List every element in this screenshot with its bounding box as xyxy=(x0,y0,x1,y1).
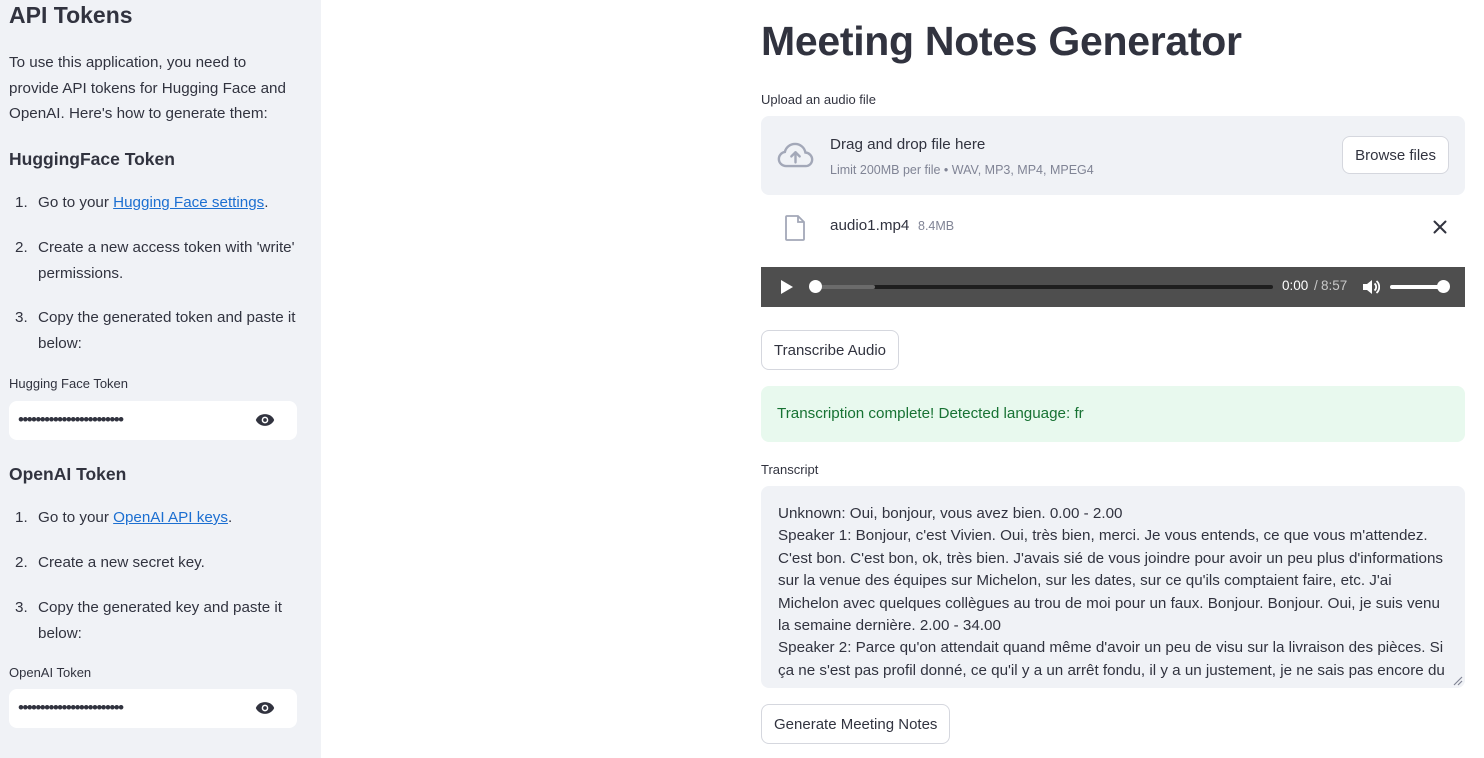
openai-keys-link[interactable]: OpenAI API keys xyxy=(113,509,228,526)
hf-token-label: Hugging Face Token xyxy=(9,376,129,391)
sidebar-title: API Tokens xyxy=(9,2,133,28)
play-icon[interactable] xyxy=(780,279,794,295)
sidebar-intro: To use this application, you need to pro… xyxy=(9,54,286,122)
audio-player: 0:00 / 8:57 xyxy=(761,267,1465,307)
dropzone-limit: Limit 200MB per file • WAV, MP3, MP4, MP… xyxy=(830,163,1094,177)
resize-handle-icon[interactable] xyxy=(1451,674,1463,686)
seek-thumb[interactable] xyxy=(809,280,822,293)
generate-meeting-notes-button[interactable]: Generate Meeting Notes xyxy=(761,704,951,744)
volume-slider[interactable] xyxy=(1390,285,1444,289)
step-number: 3. xyxy=(15,309,28,326)
step-text-end: . xyxy=(264,194,269,211)
current-time: 0:00 xyxy=(1282,278,1309,293)
transcript-text: Unknown: Oui, bonjour, vous avez bien. 0… xyxy=(778,505,1445,679)
step-number: 2. xyxy=(15,239,28,256)
buffered-fill xyxy=(815,285,875,289)
file-name: audio1.mp4 xyxy=(830,217,910,234)
file-dropzone[interactable]: Drag and drop file here Limit 200MB per … xyxy=(761,116,1465,195)
step-text-end: . xyxy=(227,509,233,526)
step-text: Create a new secret key. xyxy=(38,554,205,571)
hf-token-value: •••••••••••••••••••••••• xyxy=(18,410,124,429)
openai-heading: OpenAI Token xyxy=(9,464,127,484)
time-separator: / xyxy=(1314,278,1318,293)
file-size: 8.4MB xyxy=(918,219,955,233)
step-number: 1. xyxy=(15,194,28,211)
sidebar: API Tokens To use this application, you … xyxy=(0,0,321,758)
step-number: 1. xyxy=(15,509,28,526)
file-icon xyxy=(785,215,805,241)
cloud-upload-icon xyxy=(777,142,814,168)
uploaded-file: audio1.mp4 8.4MB xyxy=(761,206,1465,250)
step-text: Go to your xyxy=(38,194,114,211)
step-number: 2. xyxy=(15,554,28,571)
step-number: 3. xyxy=(15,599,28,616)
step-text: Copy the generated token and paste it be… xyxy=(38,309,296,352)
success-alert: Transcription complete! Detected languag… xyxy=(761,386,1465,442)
eye-icon[interactable] xyxy=(255,700,275,716)
upload-label: Upload an audio file xyxy=(761,92,876,107)
transcript-textarea[interactable]: Unknown: Oui, bonjour, vous avez bien. 0… xyxy=(761,486,1465,688)
hf-settings-link[interactable]: Hugging Face settings xyxy=(113,194,264,211)
step-text: Create a new access token with 'write' p… xyxy=(38,239,295,282)
step-text: Copy the generated key and paste it belo… xyxy=(38,599,283,642)
volume-icon[interactable] xyxy=(1362,278,1380,296)
openai-token-value: •••••••••••••••••••••••• xyxy=(18,698,124,717)
step-text: Go to your xyxy=(38,509,114,526)
duration: 8:57 xyxy=(1321,278,1348,293)
transcribe-audio-button[interactable]: Transcribe Audio xyxy=(761,330,900,370)
success-message: Transcription complete! Detected languag… xyxy=(777,405,1084,422)
hf-token-input[interactable]: •••••••••••••••••••••••• xyxy=(9,401,297,440)
close-icon[interactable] xyxy=(1433,220,1447,234)
seek-bar[interactable] xyxy=(815,285,1273,289)
browse-files-button[interactable]: Browse files xyxy=(1342,136,1449,174)
page-title: Meeting Notes Generator xyxy=(761,18,1242,64)
eye-icon[interactable] xyxy=(255,412,275,428)
hf-heading: HuggingFace Token xyxy=(9,149,175,169)
dropzone-text: Drag and drop file here xyxy=(830,136,986,153)
openai-token-input[interactable]: •••••••••••••••••••••••• xyxy=(9,689,297,728)
volume-thumb[interactable] xyxy=(1437,280,1450,293)
transcript-label: Transcript xyxy=(761,462,819,477)
openai-token-label: OpenAI Token xyxy=(9,665,92,680)
